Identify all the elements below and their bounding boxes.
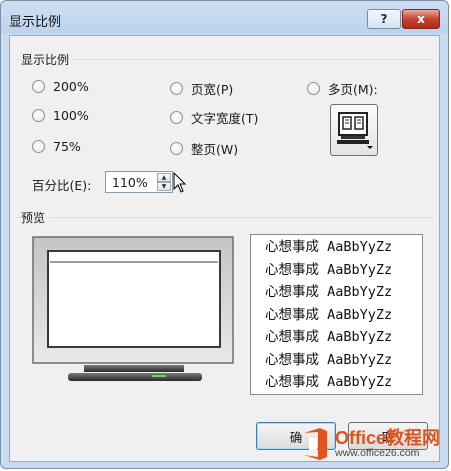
radio-page-width[interactable]: 页宽(P) — [170, 79, 233, 98]
zoom-dialog: 显示比例 ? x 显示比例 200% 100% 75% 页宽(P) 文字宽度(T… — [0, 0, 449, 469]
help-icon: ? — [380, 12, 388, 26]
monitor-preview-icon — [32, 236, 234, 381]
zoom-group-divider — [16, 59, 434, 60]
mouse-cursor-icon — [173, 172, 187, 193]
radio-text-width[interactable]: 文字宽度(T) — [170, 108, 258, 127]
preview-line: 心想事成 AaBbYyZz — [265, 239, 393, 255]
title-bar[interactable]: 显示比例 ? x — [1, 1, 448, 35]
spin-up-icon[interactable]: ▲ — [157, 173, 171, 182]
zoom-group-label: 显示比例 — [21, 51, 74, 68]
radio-whole-page[interactable]: 整页(W) — [170, 139, 238, 158]
help-button[interactable]: ? — [367, 9, 401, 29]
preview-line: 心想事成 AaBbYyZz — [265, 351, 393, 368]
radio-button[interactable] — [32, 80, 45, 93]
radio-75[interactable]: 75% — [32, 139, 81, 154]
preview-line: 心想事成 AaBbYyZz — [265, 306, 393, 323]
radio-button[interactable] — [170, 142, 183, 155]
radio-many-pages[interactable]: 多页(M): — [307, 79, 378, 98]
preview-line: 心想事成 AaBbYyZz — [265, 329, 393, 345]
radio-100-label: 100% — [53, 108, 89, 123]
radio-whole-page-label: 整页(W) — [191, 142, 239, 157]
office-logo-icon — [304, 428, 327, 460]
close-icon: x — [417, 12, 425, 26]
percent-spinner[interactable]: ▲ ▼ — [157, 173, 171, 191]
percent-field[interactable]: 110% ▲ ▼ — [105, 171, 173, 193]
dialog-body: 显示比例 200% 100% 75% 页宽(P) 文字宽度(T) 整页(W) 多… — [9, 35, 440, 462]
watermark-url: www.office26.com — [335, 446, 420, 459]
radio-200[interactable]: 200% — [32, 79, 89, 94]
preview-line: 心想事成 AaBbYyZz — [265, 261, 393, 278]
radio-75-label: 75% — [53, 139, 81, 154]
radio-button[interactable] — [170, 82, 183, 95]
watermark-brand: Office教程网 — [335, 428, 441, 449]
radio-button[interactable] — [307, 82, 320, 95]
radio-100[interactable]: 100% — [32, 108, 89, 123]
radio-page-width-label: 页宽(P) — [191, 82, 234, 97]
radio-button[interactable] — [32, 140, 45, 153]
many-pages-button[interactable] — [330, 104, 378, 156]
spin-down-icon[interactable]: ▼ — [157, 182, 171, 191]
preview-line: 心想事成 AaBbYyZz — [265, 284, 393, 300]
preview-group-label: 预览 — [21, 209, 50, 226]
radio-200-label: 200% — [53, 79, 89, 94]
watermark: Office教程网 www.office26.com — [300, 420, 448, 468]
radio-button[interactable] — [32, 109, 45, 122]
radio-button[interactable] — [170, 111, 183, 124]
text-preview-box: 心想事成 AaBbYyZz 心想事成 AaBbYyZz 心想事成 AaBbYyZ… — [250, 234, 423, 395]
percent-value: 110% — [112, 175, 148, 190]
preview-line: 心想事成 AaBbYyZz — [265, 374, 393, 390]
percent-label: 百分比(E): — [32, 178, 92, 193]
preview-group-divider — [16, 217, 434, 218]
dialog-title: 显示比例 — [9, 15, 62, 30]
close-button[interactable]: x — [402, 9, 440, 29]
monitor-pages-icon — [337, 112, 373, 149]
radio-many-pages-label: 多页(M): — [328, 82, 378, 97]
radio-text-width-label: 文字宽度(T) — [191, 111, 259, 126]
